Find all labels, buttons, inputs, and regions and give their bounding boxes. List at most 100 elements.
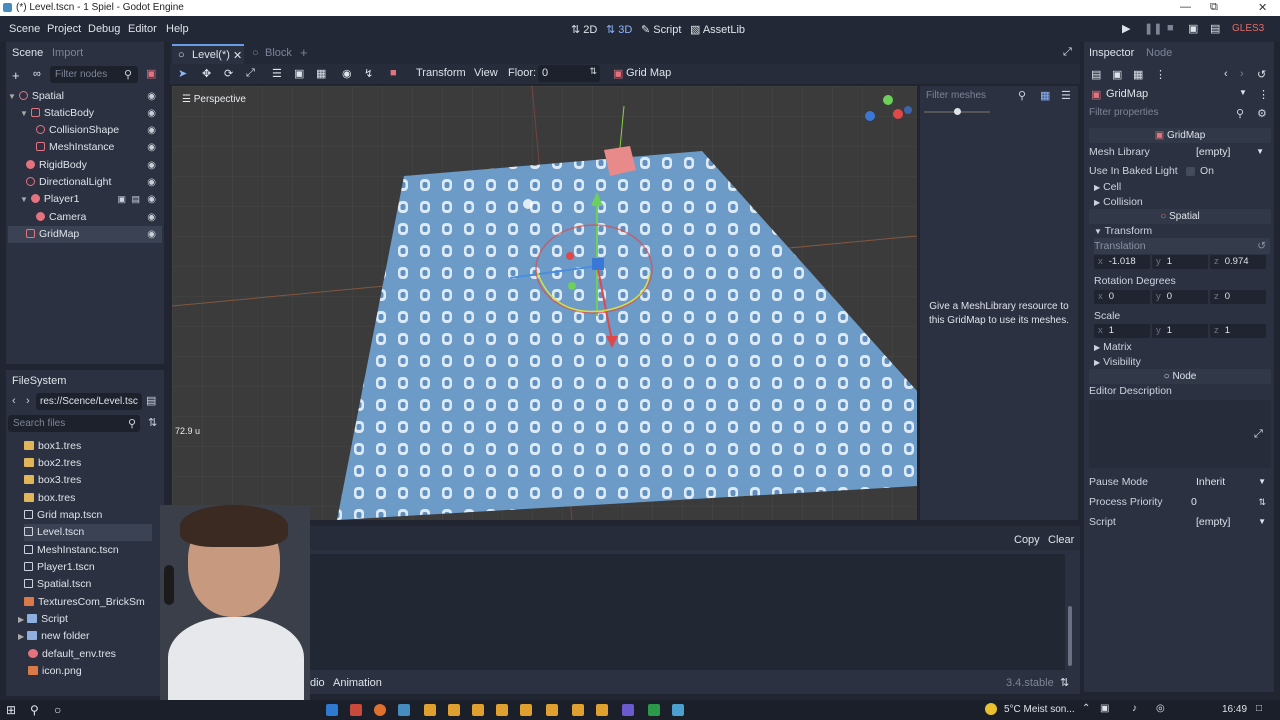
clear-button[interactable]: Clear [1048,534,1074,546]
visibility-eye-icon[interactable]: ◉ [147,139,156,156]
panel-expand-icon[interactable]: ⇅ [1060,676,1069,689]
group-matrix[interactable]: ▶ Matrix [1094,339,1132,355]
folder-item[interactable]: ▶ Script [18,611,146,628]
output-scrollbar[interactable] [1068,606,1072,666]
tab-level[interactable]: ○ Level(*) ✕ [172,44,244,64]
vscode-taskbar-icon[interactable] [326,704,338,716]
app-taskbar-icon[interactable] [648,704,660,716]
file-item[interactable]: box3.tres [24,472,152,489]
3d-viewport[interactable]: ☰ Perspective 72.9 u [172,86,917,520]
rotate-tool-icon[interactable]: ⟳ [224,67,233,80]
maximize-icon[interactable]: ⧉ [1210,1,1218,14]
copy-button[interactable]: Copy [1014,534,1040,546]
gizmo-handle[interactable] [566,252,574,260]
tab-inspector[interactable]: Inspector [1089,47,1134,59]
settings-icon[interactable]: ⚙ [1257,107,1267,120]
visibility-eye-icon[interactable]: ◉ [147,191,156,208]
tree-node-directionallight[interactable]: DirectionalLight ◉ [8,174,162,191]
axis-gizmo-y[interactable] [883,95,893,105]
workspace-assetlib-tab[interactable]: ▧ AssetLib [690,23,745,36]
tab-import[interactable]: Import [52,47,83,59]
rotation-x[interactable]: x0 [1094,290,1150,304]
list-select-icon[interactable]: ☰ [272,67,282,80]
file-item[interactable]: Grid map.tscn [24,507,152,524]
forward-icon[interactable]: › [26,395,30,407]
play-scene-icon[interactable]: ▣ [1188,22,1198,35]
new-resource-icon[interactable]: ▤ [1091,68,1101,81]
add-node-icon[interactable]: + [12,68,20,83]
tree-node-collisionshape[interactable]: CollisionShape ◉ [8,122,162,139]
tab-audio[interactable]: dio [310,677,325,689]
search-icon[interactable]: ⚲ [30,703,39,717]
visibility-eye-icon[interactable]: ◉ [147,88,156,105]
visibility-eye-icon[interactable]: ◉ [147,174,156,191]
tray-chevron-icon[interactable]: ⌃ [1082,703,1090,714]
menu-scene[interactable]: Scene [9,23,40,35]
filter-properties-input[interactable]: Filter properties [1089,107,1249,121]
menu-help[interactable]: Help [166,23,189,35]
group-icon[interactable]: ▦ [316,67,326,80]
gridmap-menu[interactable]: Grid Map [626,67,671,79]
pause-mode-select[interactable]: Inherit ▼ [1196,474,1266,490]
file-item-selected[interactable]: Level.tscn [24,524,152,541]
tab-scene[interactable]: Scene [12,47,43,59]
visibility-eye-icon[interactable]: ◉ [147,122,156,139]
app-taskbar-icon[interactable] [596,704,608,716]
app-taskbar-icon[interactable] [622,704,634,716]
local-space-icon[interactable]: ◉ [342,67,352,80]
godot-taskbar-icon[interactable] [398,704,410,716]
visibility-eye-icon[interactable]: ◉ [147,226,156,243]
tray-icon[interactable]: ▣ [1100,703,1109,714]
group-transform[interactable]: ▼ Transform [1094,223,1152,239]
scale-z[interactable]: z1 [1210,324,1266,338]
tree-node-camera[interactable]: Camera ◉ [8,209,162,226]
add-tab-icon[interactable]: + [300,45,308,60]
tree-node-gridmap[interactable]: GridMap ◉ [8,226,162,243]
firefox-taskbar-icon[interactable] [374,704,386,716]
file-item[interactable]: box1.tres [24,438,152,455]
more-icon[interactable]: ⋮ [1155,68,1166,81]
light-icon[interactable] [523,199,533,209]
translation-x[interactable]: x -1.018 [1094,255,1150,269]
scale-x[interactable]: x1 [1094,324,1150,338]
list-view-icon[interactable]: ☰ [1061,89,1071,102]
open-scene-icon[interactable]: ▣ [117,191,126,208]
play-custom-icon[interactable]: ▤ [1210,22,1220,35]
app-taskbar-icon[interactable] [520,704,532,716]
group-cell[interactable]: ▶ Cell [1094,179,1121,195]
path-field[interactable]: res://Scence/Level.tsc [36,393,142,410]
transform-menu[interactable]: Transform [416,67,466,79]
snap-icon[interactable]: ↯ [364,67,373,80]
file-item[interactable]: MeshInstanc.tscn [24,542,152,559]
file-item[interactable]: Spatial.tscn [24,576,152,593]
app-taskbar-icon[interactable] [448,704,460,716]
tab-block[interactable]: ○ Block [250,46,300,64]
workspace-3d-tab[interactable]: ⇅ 3D [606,23,632,36]
renderer-label[interactable]: GLES3 [1232,23,1264,34]
spin-arrows-icon[interactable]: ⇅ [1258,494,1266,510]
file-item[interactable]: TexturesCom_BrickSm [24,594,152,611]
tree-node-rigidbody[interactable]: RigidBody ◉ [8,157,162,174]
thumbnail-view-icon[interactable]: ▦ [1040,89,1050,102]
revert-icon[interactable]: ↺ [1257,238,1266,254]
weather-sun-icon[interactable] [985,703,997,715]
workspace-2d-tab[interactable]: ⇅ 2D [571,23,597,36]
play-icon[interactable]: ▶ [1122,22,1130,35]
app-taskbar-icon[interactable] [572,704,584,716]
translation-y[interactable]: y1 [1152,255,1208,269]
menu-debug[interactable]: Debug [88,23,120,35]
stop-icon[interactable]: ■ [1167,22,1174,34]
object-properties-icon[interactable]: ⋮ [1258,88,1269,101]
rotation-y[interactable]: y0 [1152,290,1208,304]
history-icon[interactable]: ↺ [1257,68,1266,81]
translation-z[interactable]: z 0.974 [1210,255,1266,269]
script-icon[interactable]: ▤ [131,191,140,208]
menu-project[interactable]: Project [47,23,81,35]
rotation-z[interactable]: z0 [1210,290,1266,304]
visibility-eye-icon[interactable]: ◉ [147,105,156,122]
history-forward-icon[interactable]: › [1240,68,1244,80]
task-view-icon[interactable]: ○ [54,703,61,717]
gizmo-handle[interactable] [568,282,576,290]
axis-gizmo-x[interactable] [893,109,903,119]
load-resource-icon[interactable]: ▣ [1112,68,1122,81]
